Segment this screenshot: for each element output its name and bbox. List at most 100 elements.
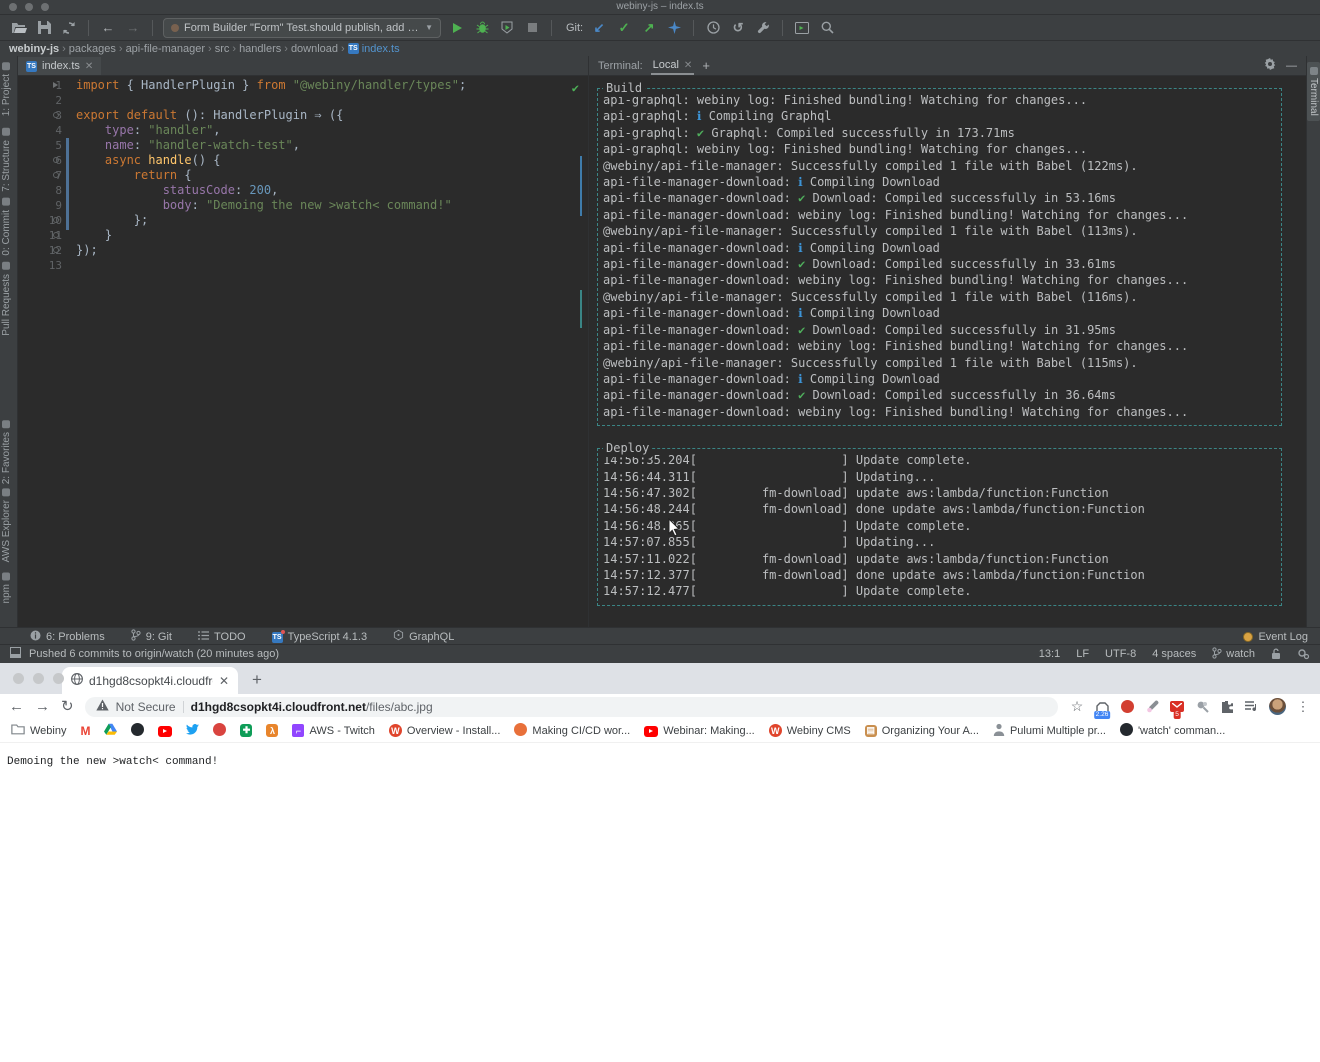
close-icon[interactable]: ✕: [85, 61, 93, 72]
close-window-button[interactable]: [13, 673, 24, 684]
line-separator[interactable]: LF: [1076, 648, 1089, 660]
adblock-extension-icon[interactable]: [1119, 699, 1135, 715]
run-window-icon[interactable]: [793, 19, 811, 37]
save-icon[interactable]: [35, 19, 53, 37]
minimize-window-button[interactable]: [33, 673, 44, 684]
breadcrumb-item[interactable]: src: [215, 43, 230, 55]
bookmark-item[interactable]: ⌐AWS - Twitch: [292, 724, 374, 737]
settings-wrench-icon[interactable]: [754, 19, 772, 37]
bookmark-star-icon[interactable]: ☆: [1069, 699, 1085, 715]
event-log-button[interactable]: Event Log: [1243, 631, 1308, 643]
bookmark-item[interactable]: λ: [266, 724, 278, 737]
statusbar-item-graphql[interactable]: GraphQL: [393, 629, 454, 644]
caret-position[interactable]: 13:1: [1039, 648, 1060, 660]
toolwindow-button-pull-requests[interactable]: Pull Requests: [1, 262, 12, 336]
close-icon[interactable]: ✕: [684, 60, 692, 71]
terminal-output[interactable]: Build api-graphql: webiny log: Finished …: [589, 76, 1306, 627]
git-update-icon[interactable]: ↙: [590, 19, 608, 37]
bookmark-item[interactable]: ✚: [240, 724, 252, 737]
bookmark-item[interactable]: [131, 723, 144, 739]
new-terminal-tab-button[interactable]: +: [702, 58, 710, 73]
fold-marker-icon[interactable]: [53, 157, 59, 163]
debug-icon[interactable]: [473, 19, 491, 37]
status-message[interactable]: Pushed 6 commits to origin/watch (20 min…: [29, 648, 279, 660]
chrome-menu-icon[interactable]: ⋮: [1295, 699, 1311, 715]
search-icon[interactable]: [818, 19, 836, 37]
bookmark-item[interactable]: [213, 723, 226, 739]
macos-traffic-lights[interactable]: [9, 3, 49, 11]
security-label[interactable]: Not Secure: [116, 700, 176, 714]
bookmark-item[interactable]: Webinar: Making...: [644, 724, 755, 737]
minimize-panel-icon[interactable]: —: [1286, 60, 1297, 72]
code-editor[interactable]: 12345678910111213 import { HandlerPlugin…: [18, 76, 588, 627]
toolwindow-button--structure[interactable]: 7: Structure: [1, 128, 12, 192]
zoom-window-button[interactable]: [41, 3, 49, 11]
terminal-tab-local[interactable]: Local ✕: [651, 57, 695, 75]
new-tab-button[interactable]: +: [244, 668, 270, 692]
close-tab-icon[interactable]: ✕: [219, 674, 229, 688]
history-clock-icon[interactable]: [704, 19, 722, 37]
terminal-settings-gear-icon[interactable]: [1264, 58, 1276, 73]
toolwindow-button-npm[interactable]: npm: [1, 572, 12, 603]
run-coverage-icon[interactable]: [498, 19, 516, 37]
stop-icon[interactable]: [523, 19, 541, 37]
fold-marker-icon[interactable]: [53, 232, 59, 238]
git-commit-icon[interactable]: ✓: [615, 19, 633, 37]
statusbar-item-git[interactable]: 9: Git: [131, 629, 172, 644]
bookmark-item[interactable]: [158, 724, 172, 737]
bookmark-item[interactable]: [104, 723, 117, 738]
bookmark-item[interactable]: ▤Organizing Your A...: [865, 724, 979, 737]
breadcrumb-item[interactable]: download: [291, 43, 338, 55]
settings-gears-icon[interactable]: [1297, 648, 1310, 660]
breadcrumb-item[interactable]: TSindex.ts: [348, 43, 400, 55]
macos-traffic-lights[interactable]: [13, 673, 64, 684]
toolwindow-button-terminal[interactable]: Terminal: [1307, 62, 1320, 121]
run-button[interactable]: [448, 19, 466, 37]
back-icon[interactable]: ←: [9, 699, 24, 714]
rollback-icon[interactable]: ↺: [729, 19, 747, 37]
breadcrumb-item[interactable]: api-file-manager: [126, 43, 205, 55]
toolwindow-button--favorites[interactable]: 2: Favorites: [1, 420, 12, 484]
colorpicker-extension-icon[interactable]: [1144, 699, 1160, 715]
toolwindow-button--commit[interactable]: 0: Commit: [1, 198, 12, 256]
toolwindow-toggle-icon[interactable]: [10, 647, 21, 661]
close-window-button[interactable]: [9, 3, 17, 11]
forward-icon[interactable]: →: [124, 19, 142, 37]
media-list-icon[interactable]: [1244, 699, 1260, 715]
minimize-window-button[interactable]: [25, 3, 33, 11]
aws-cost-extension-icon[interactable]: 2.26: [1094, 699, 1110, 715]
git-branch[interactable]: watch: [1212, 647, 1255, 662]
extensions-puzzle-icon[interactable]: [1219, 699, 1235, 715]
zoom-window-button[interactable]: [53, 673, 64, 684]
editor-tab-index-ts[interactable]: TS index.ts ✕: [18, 57, 101, 75]
toolwindow-button--project[interactable]: 1: Project: [1, 62, 12, 116]
mail-extension-icon[interactable]: 5: [1169, 699, 1185, 715]
open-folder-icon[interactable]: [10, 19, 28, 37]
bookmark-item[interactable]: WOverview - Install...: [389, 724, 501, 737]
fold-marker-icon[interactable]: [53, 172, 59, 178]
breadcrumb-item[interactable]: webiny-js: [9, 43, 59, 55]
fold-marker-icon[interactable]: [53, 247, 59, 253]
bookmark-item[interactable]: WWebiny CMS: [769, 724, 851, 737]
sync-icon[interactable]: [60, 19, 78, 37]
back-icon[interactable]: ←: [99, 19, 117, 37]
bookmark-item[interactable]: Webiny: [11, 723, 66, 738]
fold-marker-icon[interactable]: [53, 112, 59, 118]
fold-arrow-icon[interactable]: [53, 82, 58, 88]
readonly-lock-icon[interactable]: [1271, 648, 1281, 660]
profile-avatar[interactable]: [1269, 698, 1286, 715]
indent-setting[interactable]: 4 spaces: [1152, 648, 1196, 660]
bookmark-item[interactable]: Pulumi Multiple pr...: [993, 723, 1106, 739]
address-bar[interactable]: Not Secure d1hgd8csopkt4i.cloudfront.net…: [85, 697, 1058, 717]
statusbar-item-todo[interactable]: TODO: [198, 631, 246, 643]
breadcrumb-item[interactable]: handlers: [239, 43, 281, 55]
bookmark-item[interactable]: Making CI/CD wor...: [514, 723, 630, 739]
notes-extension-icon[interactable]: [1194, 699, 1210, 715]
browser-tab[interactable]: d1hgd8csopkt4i.cloudfront.ne ✕: [62, 667, 238, 694]
statusbar-item-problems[interactable]: 6: Problems: [30, 630, 105, 644]
git-cherry-pick-icon[interactable]: [665, 19, 683, 37]
bookmark-item[interactable]: [186, 724, 199, 738]
fold-marker-icon[interactable]: [53, 217, 59, 223]
encoding[interactable]: UTF-8: [1105, 648, 1136, 660]
bookmark-item[interactable]: 'watch' comman...: [1120, 723, 1225, 739]
